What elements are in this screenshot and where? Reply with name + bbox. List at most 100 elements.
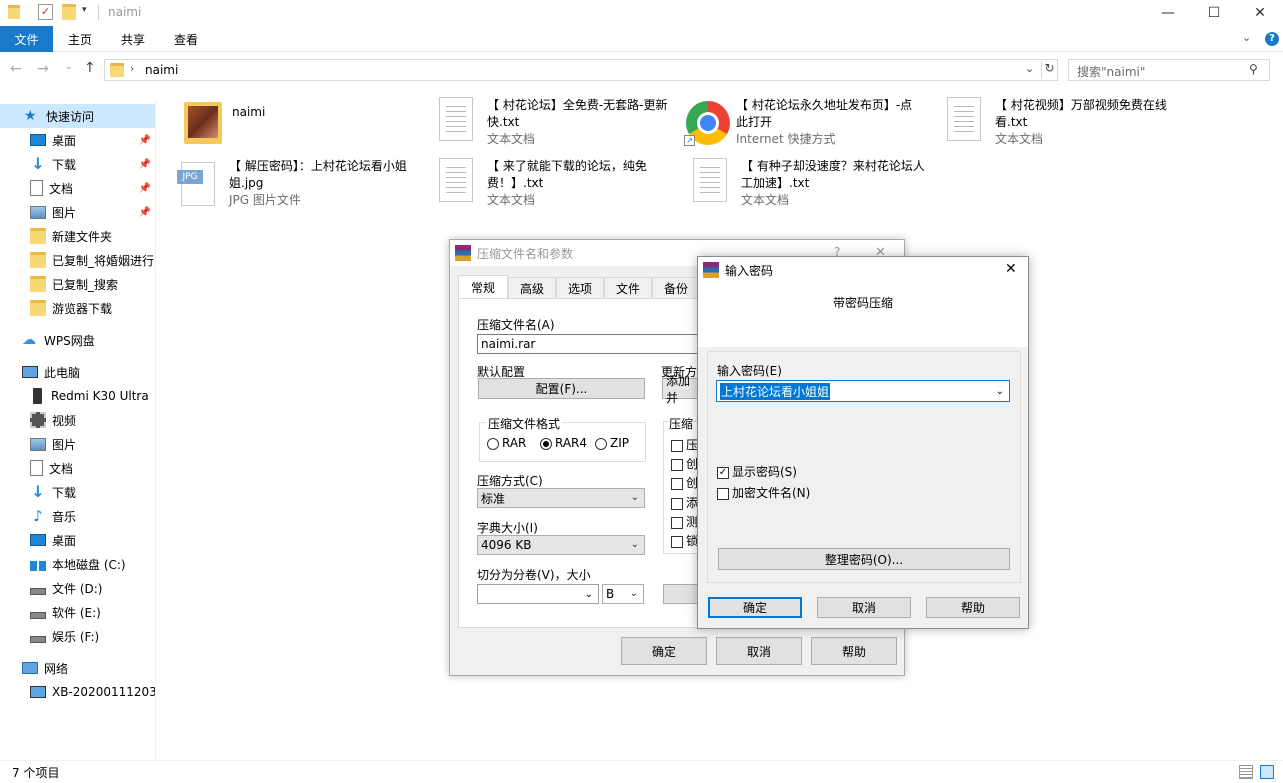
split-volume-input[interactable]: ⌄ [477, 584, 599, 604]
sidebar-item-pc-desktop[interactable]: 桌面 [0, 528, 155, 552]
sidebar-item-music[interactable]: ♪ 音乐 [0, 504, 155, 528]
search-icon[interactable]: ⚲ [1249, 62, 1258, 76]
expand-ribbon-icon[interactable]: ⌄ [1242, 31, 1251, 44]
refresh-icon[interactable]: ↻ [1041, 61, 1057, 79]
sidebar-item-phone[interactable]: Redmi K30 Ultra [0, 384, 155, 408]
maximize-button[interactable]: ☐ [1191, 0, 1237, 26]
recent-locations-icon[interactable]: ⌄ [65, 62, 73, 72]
tab-advanced[interactable]: 高级 [508, 277, 556, 299]
profile-button[interactable]: 配置(F)... [478, 378, 645, 399]
ok-button[interactable]: 确定 [621, 637, 707, 665]
file-item-txt-1[interactable]: 【 村花论坛】全免费-无套路-更新快.txt 文本文档 [435, 97, 675, 148]
address-path[interactable]: naimi [145, 63, 178, 77]
sidebar-item-documents[interactable]: 文档 📌 [0, 176, 155, 200]
file-item-txt-2[interactable]: 【 村花视频】万部视频免费在线看.txt 文本文档 [943, 97, 1188, 148]
forward-arrow-icon[interactable]: → [37, 61, 49, 77]
update-mode-select[interactable]: 添加并 [662, 374, 702, 405]
option-checkbox-6[interactable]: 锁 [671, 532, 698, 549]
file-item-naimi-folder[interactable]: naimi [180, 100, 420, 146]
sidebar-item-drive-e[interactable]: 软件 (E:) [0, 600, 155, 624]
sidebar-item-new-folder[interactable]: 新建文件夹 [0, 224, 155, 248]
address-bar[interactable]: › naimi ⌄ ↻ [104, 59, 1058, 81]
pin-icon[interactable]: 📌 [139, 159, 151, 170]
jpg-badge: JPG [177, 170, 203, 184]
tab-share[interactable]: 共享 [109, 26, 157, 52]
option-checkbox-3[interactable]: 创 [671, 474, 698, 491]
help-icon[interactable]: ? [1265, 32, 1279, 46]
sidebar-item-desktop[interactable]: 桌面 📌 [0, 128, 155, 152]
tab-general[interactable]: 常规 [458, 275, 508, 299]
sidebar-item-drive-c[interactable]: 本地磁盘 (C:) [0, 552, 155, 576]
details-view-icon[interactable] [1239, 765, 1253, 779]
sidebar-item-drive-d[interactable]: 文件 (D:) [0, 576, 155, 600]
tab-home[interactable]: 主页 [56, 26, 104, 52]
sidebar-item-pc-documents[interactable]: 文档 [0, 456, 155, 480]
sidebar-wps-cloud[interactable]: ☁ WPS网盘 [0, 328, 155, 352]
up-arrow-icon[interactable]: ↑ [84, 60, 96, 76]
file-type: 文本文档 [995, 132, 1044, 146]
option-checkbox-4[interactable]: 添 [671, 494, 698, 511]
pin-icon[interactable]: 📌 [139, 183, 151, 194]
sidebar-item-pictures[interactable]: 图片 📌 [0, 200, 155, 224]
pin-icon[interactable]: 📌 [139, 135, 151, 146]
winrar-icon [703, 262, 719, 278]
close-button[interactable]: ✕ [1237, 0, 1283, 26]
sidebar-item-browser-downloads[interactable]: 游览器下载 [0, 296, 155, 320]
option-checkbox-1[interactable]: 压 [671, 436, 698, 453]
format-rar-radio[interactable]: RAR [487, 436, 526, 450]
cancel-button[interactable]: 取消 [817, 597, 911, 618]
sidebar-item-network-pc[interactable]: XB-20200111203113 [0, 680, 155, 704]
tab-files[interactable]: 文件 [604, 277, 652, 299]
help-button[interactable]: 帮助 [811, 637, 897, 665]
file-item-url-shortcut[interactable]: ↗ 【 村花论坛永久地址发布页】-点此打开 Internet 快捷方式 [684, 97, 924, 148]
sidebar-item-drive-f[interactable]: 娱乐 (F:) [0, 624, 155, 648]
folder-icon [30, 276, 46, 292]
show-password-checkbox[interactable]: ✓ 显示密码(S) [717, 463, 797, 480]
format-zip-radio[interactable]: ZIP [595, 436, 629, 450]
ok-button[interactable]: 确定 [708, 597, 802, 618]
split-unit-select[interactable]: B ⌄ [602, 584, 644, 604]
help-button[interactable]: 帮助 [926, 597, 1020, 618]
file-item-txt-4[interactable]: 【 有种子却没速度？来村花论坛人工加速】.txt 文本文档 [689, 158, 929, 209]
file-item-jpg[interactable]: JPG 【 解压密码】：上村花论坛看小姐姐.jpg JPG 图片文件 [177, 158, 422, 209]
address-dropdown-icon[interactable]: ⌄ [1025, 62, 1034, 75]
file-item-txt-3[interactable]: 【 来了就能下载的论坛，纯免费！】.txt 文本文档 [435, 158, 675, 209]
sidebar-this-pc[interactable]: 此电脑 [0, 360, 155, 384]
chevron-down-icon[interactable]: ⌄ [996, 386, 1004, 397]
password-input[interactable]: 上村花论坛看小姐姐 ⌄ [716, 380, 1010, 402]
sidebar-item-pc-pictures[interactable]: 图片 [0, 432, 155, 456]
sidebar-quick-access[interactable]: ★ 快速访问 [0, 104, 155, 128]
format-rar4-radio[interactable]: RAR4 [540, 436, 587, 450]
radio-circle [487, 437, 499, 450]
archive-name-input[interactable]: naimi.rar [477, 334, 707, 354]
option-checkbox-5[interactable]: 测 [671, 513, 698, 530]
tab-view[interactable]: 查看 [162, 26, 210, 52]
method-select[interactable]: 标准 ⌄ [477, 488, 645, 508]
chevron-down-icon: ⌄ [630, 539, 639, 550]
new-folder-icon[interactable] [62, 4, 76, 20]
sidebar-item-downloads[interactable]: ↓ 下载 📌 [0, 152, 155, 176]
back-arrow-icon[interactable]: ← [10, 61, 22, 77]
cancel-button[interactable]: 取消 [716, 637, 802, 665]
properties-icon[interactable]: ✓ [38, 4, 53, 20]
quick-access-dropdown-icon[interactable]: ▾ [82, 5, 87, 15]
sidebar-item-videos[interactable]: 视频 [0, 408, 155, 432]
dictionary-select[interactable]: 4096 KB ⌄ [477, 535, 645, 555]
close-button[interactable]: ✕ [1005, 261, 1017, 277]
organize-passwords-button[interactable]: 整理密码(O)... [718, 548, 1010, 570]
sidebar-item-pc-downloads[interactable]: ↓ 下载 [0, 480, 155, 504]
tab-options[interactable]: 选项 [556, 277, 604, 299]
search-input[interactable]: 搜索"naimi" ⚲ [1068, 59, 1270, 81]
minimize-button[interactable]: — [1145, 0, 1191, 26]
pin-icon[interactable]: 📌 [139, 207, 151, 218]
sidebar-item-copied-search[interactable]: 已复制_搜索 [0, 272, 155, 296]
large-icons-view-icon[interactable] [1260, 765, 1274, 779]
tab-backup[interactable]: 备份 [652, 277, 700, 299]
encrypt-filenames-checkbox[interactable]: 加密文件名(N) [717, 484, 810, 501]
chevron-right-icon[interactable]: › [130, 62, 134, 75]
sidebar-network[interactable]: 网络 [0, 656, 155, 680]
document-icon [30, 180, 43, 196]
option-checkbox-2[interactable]: 创 [671, 455, 698, 472]
tab-file[interactable]: 文件 [0, 26, 53, 52]
sidebar-item-copied-marriage[interactable]: 已复制_将婚姻进行到底 [0, 248, 155, 272]
